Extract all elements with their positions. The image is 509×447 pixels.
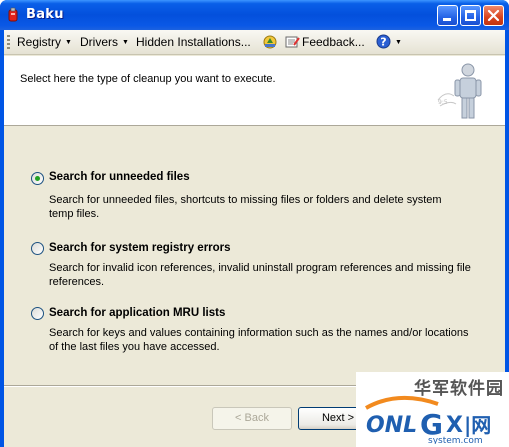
option-unneeded-files-label[interactable]: Search for unneeded files	[49, 171, 190, 183]
maximize-icon	[465, 10, 476, 21]
menu-registry-label: Registry	[17, 35, 62, 49]
svg-text:|网: |网	[464, 413, 491, 437]
menu-hidden-installations[interactable]: Hidden Installations...	[136, 35, 251, 49]
title-bar[interactable]: Baku	[0, 0, 509, 30]
chevron-down-icon: ▼	[122, 39, 129, 46]
watermark: 华军软件园 ONL G X |网 system.com	[356, 372, 509, 447]
close-button[interactable]	[483, 5, 504, 26]
svg-text:system.com: system.com	[428, 436, 483, 444]
option-unneeded-files-description: Search for unneeded files, shortcuts to …	[49, 194, 442, 220]
header-instruction: Select here the type of cleanup you want…	[20, 73, 276, 85]
menu-feedback[interactable]: Feedback...	[285, 35, 365, 49]
chevron-down-icon: ▼	[65, 39, 72, 46]
menu-feedback-label: Feedback...	[302, 35, 365, 49]
option-registry-errors-description: Search for invalid icon references, inva…	[49, 262, 471, 288]
radio-registry-errors[interactable]	[31, 242, 44, 255]
svg-text:?: ?	[380, 36, 386, 49]
app-window: Baku Registry ▼ Drivers ▼ Hidden Installat…	[0, 0, 509, 447]
svg-text:X: X	[446, 413, 463, 438]
toolbar-grip-icon[interactable]	[7, 35, 10, 50]
menu-hidden-installations-label: Hidden Installations...	[136, 35, 251, 49]
chevron-down-icon: ▼	[395, 39, 402, 46]
minimize-button[interactable]	[437, 5, 458, 26]
app-icon	[8, 7, 18, 22]
minimize-icon	[443, 18, 451, 21]
help-icon: ?	[376, 34, 391, 49]
menu-help[interactable]: ? ▼	[376, 34, 402, 49]
menu-drivers[interactable]: Drivers ▼	[80, 35, 129, 49]
watermark-logo-icon: ONL G X |网 system.com	[365, 395, 491, 444]
window-title: Baku	[26, 7, 64, 22]
update-icon[interactable]	[262, 34, 278, 50]
menu-registry[interactable]: Registry ▼	[17, 35, 72, 49]
option-registry-errors-label[interactable]: Search for system registry errors	[49, 242, 231, 254]
option-mru-lists-label[interactable]: Search for application MRU lists	[49, 307, 225, 319]
menu-drivers-label: Drivers	[80, 35, 118, 49]
close-icon	[487, 9, 500, 22]
menu-toolbar: Registry ▼ Drivers ▼ Hidden Installations.…	[4, 30, 505, 55]
svg-text:ONL: ONL	[366, 413, 417, 438]
option-mru-lists-description: Search for keys and values containing in…	[49, 327, 469, 353]
header-panel: Select here the type of cleanup you want…	[4, 56, 505, 126]
svg-text:9:5: 9:5	[438, 99, 448, 106]
maximize-button[interactable]	[460, 5, 481, 26]
radio-mru-lists[interactable]	[31, 307, 44, 320]
person-icon: 9:5	[437, 63, 482, 119]
feedback-icon	[285, 36, 300, 48]
back-button[interactable]: < Back	[212, 407, 292, 430]
radio-unneeded-files[interactable]	[31, 172, 44, 185]
